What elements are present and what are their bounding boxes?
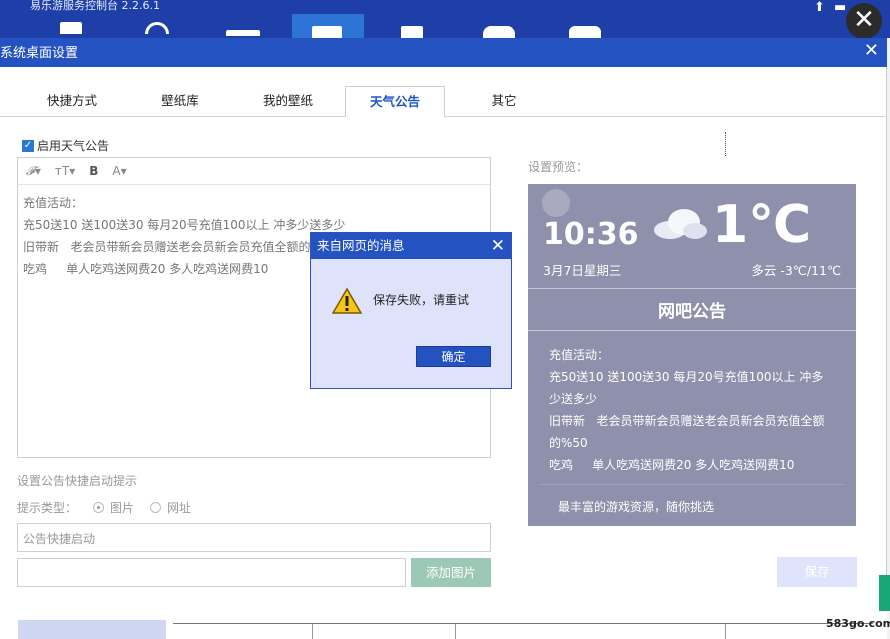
prompt-type-label: 提示类型： [17,501,78,515]
divider [725,132,726,156]
radio-url-label: 网址 [167,501,192,515]
background-nav-strip [18,620,166,639]
font-size-icon[interactable]: ᴛT▾ [55,164,75,178]
preview-weather: 多云 -3℃/11℃ [751,263,841,278]
watermark: 583go.com [826,617,890,630]
preview-body: 充值活动： 充50送10 送100送30 每月20号充值100以上 冲多少送多少… [549,348,825,472]
minimize-icon[interactable]: ▬ [834,0,846,15]
dialog-title: 系统桌面设置 [0,46,79,61]
preview-temperature: 1℃ [712,195,812,255]
tab-bar: 快捷方式 壁纸库 我的壁纸 天气公告 其它 [0,86,887,118]
radio-image[interactable] [93,502,105,513]
prompt-type-row: 提示类型： 图片 网址 [17,499,191,516]
monitor-icon[interactable] [312,26,342,38]
car-icon[interactable] [483,26,515,38]
nav-icon-1[interactable] [60,22,82,34]
cloud-icon [654,209,707,239]
dialog-close-icon[interactable]: ✕ [864,40,879,61]
tab-wallpaper-library[interactable]: 壁纸库 [126,86,234,117]
preview-date: 3月7日星期三 [543,263,622,278]
bold-icon[interactable]: B [89,164,98,178]
tab-my-wallpaper[interactable]: 我的壁纸 [234,86,342,117]
background-window-strip [0,606,887,639]
preview-footer: 最丰富的游戏资源，随你挑选 [558,500,715,514]
radio-url[interactable] [150,502,162,513]
preview-divider [528,330,856,331]
alert-dialog: 来自网页的消息 ✕ 保存失败，请重试 确定 [310,232,512,389]
preview-divider [540,484,844,485]
preview-title: 网吧公告 [658,302,726,322]
image-path-input[interactable] [17,558,406,587]
enable-weather-label: 启用天气公告 [37,139,110,153]
editor-toolbar: 𝓕▾ ᴛT▾ B A▾ [18,158,490,185]
side-accent [879,575,890,611]
font-color-icon[interactable]: A▾ [112,164,126,178]
tab-shortcuts[interactable]: 快捷方式 [18,86,126,117]
notice-preview: 10:36 3月7日星期三 1℃ 多云 -3℃/11℃ 网吧公告 充值活动： 充… [528,184,856,526]
wifi-icon[interactable] [145,22,169,34]
alert-header: 来自网页的消息 ✕ [311,233,511,259]
app-title: 易乐游服务控制台 2.2.6.1 [30,0,160,12]
font-family-icon[interactable]: 𝓕▾ [26,164,41,179]
preview-divider [528,288,856,289]
warning-icon [332,287,362,314]
table-cell-divider [725,624,726,639]
document-icon[interactable] [401,26,423,38]
shortcut-section-label: 设置公告快捷启动提示 [17,474,138,488]
alert-message: 保存失败，请重试 [373,293,470,307]
pin-icon[interactable]: ⬆ [814,0,825,15]
dialog-header: 系统桌面设置 ✕ [0,38,887,67]
enable-weather-checkbox[interactable]: ✓ [22,139,34,152]
alert-title: 来自网页的消息 [317,238,405,253]
overlay-close-button[interactable]: ✕ [846,3,882,39]
table-cell-divider [312,624,313,639]
avatar [542,189,570,217]
alert-close-icon[interactable]: ✕ [491,233,505,259]
tab-weather-notice[interactable]: 天气公告 [345,86,445,118]
preview-time: 10:36 [543,217,639,252]
nav-icon-3[interactable] [226,30,260,36]
tab-other[interactable]: 其它 [452,86,556,117]
enable-weather-row[interactable]: ✓ 启用天气公告 [22,137,109,154]
radio-image-label: 图片 [110,501,135,515]
add-image-button[interactable]: 添加图片 [411,558,491,587]
app-top-bar: 易乐游服务控制台 2.2.6.1 ⬆ ▬ [0,0,890,38]
table-cell-divider [455,624,456,639]
background-table-line [173,623,873,624]
save-button[interactable]: 保存 [777,557,857,587]
shortcut-name-input[interactable]: 公告快捷启动 [17,523,491,552]
book-icon[interactable] [569,26,601,38]
preview-label: 设置预览： [528,160,589,174]
ok-button[interactable]: 确定 [416,346,491,367]
